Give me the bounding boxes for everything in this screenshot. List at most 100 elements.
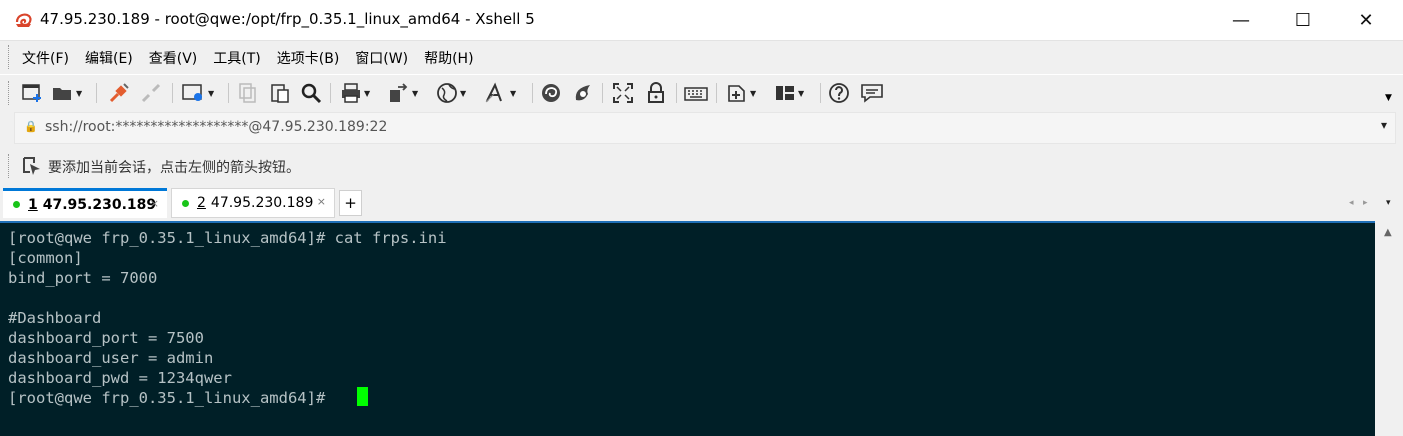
terminal-line: [root@qwe frp_0.35.1_linux_amd64]# cat f… [8, 229, 447, 247]
toolbar: ▼ ▼ ▼ ▼ ▼ ▼ ▼ ▼ ▼ [0, 74, 1403, 111]
address-bar[interactable]: 🔒 ssh://root:*******************@47.95.2… [14, 112, 1396, 144]
tab-number: 1 [28, 196, 38, 213]
terminal-line: [common] [8, 249, 83, 267]
address-value[interactable]: ssh://root:*******************@47.95.230… [45, 119, 387, 135]
menu-window[interactable]: 窗口(W) [355, 48, 408, 68]
menu-file[interactable]: 文件(F) [22, 48, 69, 68]
tab-close-icon[interactable]: × [150, 197, 159, 210]
font-button[interactable]: ▼ [484, 81, 516, 105]
maximize-icon: ☐ [1294, 9, 1312, 31]
tab-number: 2 [197, 195, 206, 211]
xshell-app-icon[interactable] [14, 10, 34, 30]
lock-icon [648, 82, 664, 103]
transfer-button[interactable]: ▼ [388, 81, 418, 105]
paste-button[interactable] [270, 81, 290, 105]
tab-session-1[interactable]: 1 47.95.230.189 × [3, 188, 167, 218]
connected-status-icon [13, 201, 20, 208]
print-button[interactable]: ▼ [340, 81, 370, 105]
address-dropdown-icon[interactable]: ▾ [1381, 118, 1387, 132]
xftp-button[interactable] [540, 81, 562, 105]
add-tab-icon [728, 85, 745, 102]
disconnect-icon [141, 83, 161, 103]
menu-view[interactable]: 查看(V) [149, 48, 198, 68]
xftp-icon [542, 84, 560, 102]
properties-button[interactable]: ▼ [182, 81, 214, 105]
open-button[interactable]: ▼ [52, 81, 82, 105]
close-icon: ✕ [1358, 9, 1374, 31]
new-session-icon [22, 84, 41, 102]
terminal-pane[interactable]: [root@qwe frp_0.35.1_linux_amd64]# cat f… [0, 221, 1375, 436]
paste-icon [271, 84, 289, 103]
toolbar-separator [172, 83, 173, 103]
connect-button[interactable] [108, 81, 130, 105]
toolbar-grip[interactable] [8, 81, 12, 105]
globe-button[interactable]: ▼ [436, 81, 466, 105]
add-tab-button[interactable]: ▼ [726, 81, 756, 105]
layout-icon [776, 86, 794, 100]
terminal-line: dashboard_pwd = 1234qwer [8, 369, 232, 387]
minimize-button[interactable]: — [1210, 0, 1272, 40]
layout-button[interactable]: ▼ [774, 81, 804, 105]
menu-help[interactable]: 帮助(H) [424, 48, 473, 68]
properties-icon [182, 84, 202, 101]
maximize-button[interactable]: ☐ [1272, 0, 1334, 40]
terminal-scrollbar[interactable]: ▲ [1376, 221, 1403, 434]
menu-grip[interactable] [8, 45, 12, 69]
terminal-prompt-line: [root@qwe frp_0.35.1_linux_amd64]# [8, 389, 335, 407]
toolbar-separator [716, 83, 717, 103]
tab-label: 47.95.230.189 [42, 196, 157, 213]
font-icon [485, 82, 502, 103]
print-icon [342, 83, 360, 103]
tab-scroll-right-icon[interactable]: ▸ [1363, 198, 1368, 208]
toolbar-separator [96, 83, 97, 103]
hint-grip[interactable] [8, 154, 12, 178]
minimize-icon: — [1232, 9, 1250, 31]
help-button[interactable] [828, 81, 850, 105]
session-hint-bar: 要添加当前会话，点击左侧的箭头按钮。 [0, 148, 1403, 184]
menu-edit[interactable]: 编辑(E) [85, 48, 133, 68]
new-tab-button[interactable]: + [339, 190, 362, 216]
xmanager-button[interactable] [572, 81, 594, 105]
lock-button[interactable] [646, 81, 666, 105]
tab-scroll-left-icon[interactable]: ◂ [1349, 198, 1354, 208]
tab-session-2[interactable]: 2 47.95.230.189 × [171, 188, 335, 218]
copy-button[interactable] [238, 81, 258, 105]
tab-close-icon[interactable]: × [317, 195, 326, 208]
globe-icon [437, 83, 457, 103]
chat-button[interactable] [860, 81, 884, 105]
title-bar: 47.95.230.189 - root@qwe:/opt/frp_0.35.1… [0, 0, 1403, 41]
window-title: 47.95.230.189 - root@qwe:/opt/frp_0.35.1… [40, 10, 535, 28]
find-icon [301, 83, 322, 104]
connect-icon [109, 83, 129, 103]
toolbar-separator [228, 83, 229, 103]
terminal-line: #Dashboard [8, 309, 102, 327]
find-button[interactable] [300, 81, 322, 105]
connected-status-icon [182, 199, 189, 207]
help-icon [829, 83, 849, 103]
terminal-line: dashboard_port = 7500 [8, 329, 204, 347]
disconnect-button[interactable] [140, 81, 162, 105]
tab-strip: 1 47.95.230.189 × 2 47.95.230.189 × [0, 186, 1403, 220]
terminal-line: bind_port = 7000 [8, 269, 158, 287]
plus-icon: + [344, 194, 357, 212]
toolbar-separator [820, 83, 821, 103]
add-session-arrow-icon[interactable] [22, 156, 42, 176]
tab-menu-icon[interactable]: ▾ [1386, 198, 1391, 208]
new-session-button[interactable] [22, 81, 44, 105]
keyboard-icon [684, 87, 708, 101]
menu-bar: 文件(F) 编辑(E) 查看(V) 工具(T) 选项卡(B) 窗口(W) 帮助(… [0, 41, 1403, 73]
menu-tools[interactable]: 工具(T) [213, 48, 260, 68]
toolbar-overflow-icon[interactable]: ▼ [1385, 93, 1392, 103]
lock-icon: 🔒 [24, 120, 38, 133]
xmanager-icon [575, 85, 590, 101]
fullscreen-button[interactable] [612, 81, 634, 105]
keyboard-button[interactable] [684, 81, 708, 105]
scroll-up-icon[interactable]: ▲ [1384, 227, 1392, 238]
fullscreen-icon [613, 83, 633, 103]
menu-tabs[interactable]: 选项卡(B) [277, 48, 340, 68]
close-button[interactable]: ✕ [1335, 0, 1397, 40]
toolbar-separator [602, 83, 603, 103]
terminal-line: dashboard_user = admin [8, 349, 214, 367]
transfer-icon [390, 83, 408, 102]
terminal-cursor [357, 387, 368, 406]
